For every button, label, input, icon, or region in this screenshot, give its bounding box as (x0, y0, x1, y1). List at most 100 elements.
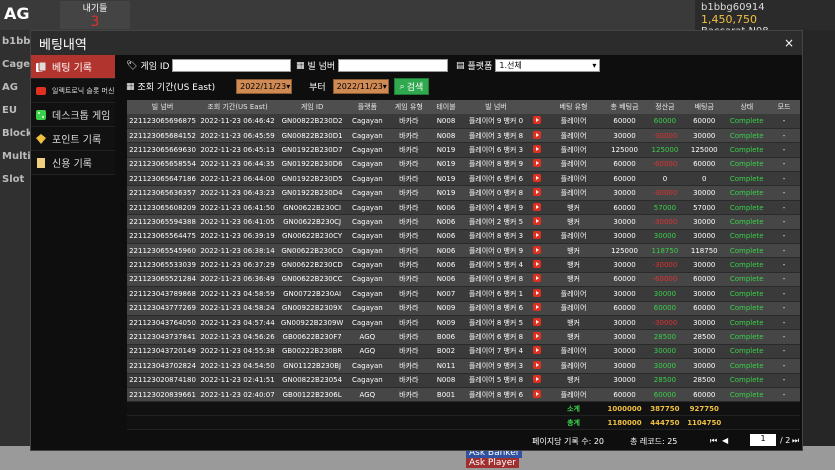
play-icon[interactable] (533, 303, 542, 312)
table-row[interactable]: 221123065647186 2022-11-23 06:44:00 GN0192… (127, 171, 800, 187)
play-icon[interactable] (533, 216, 542, 225)
play-icon[interactable] (533, 375, 542, 384)
table-cell: Complete (725, 315, 769, 331)
first-page-icon[interactable]: ⏮ (710, 436, 717, 446)
end-date-select[interactable]: 2022/11/23 ▾ (332, 79, 389, 94)
replay-cell[interactable] (529, 301, 545, 316)
play-icon[interactable] (533, 288, 542, 297)
table-cell: 바카라 (387, 229, 431, 245)
table-row[interactable]: 221123065669630 2022-11-23 06:45:13 GN0192… (127, 142, 800, 158)
search-button[interactable]: ⌕ 검색 (393, 78, 430, 95)
table-row[interactable]: 221123020874180 2022-11-23 02:41:51 GN0082… (127, 373, 800, 388)
replay-cell[interactable] (529, 157, 545, 173)
play-icon[interactable] (533, 188, 542, 197)
replay-cell[interactable] (529, 315, 545, 331)
play-icon[interactable] (533, 159, 542, 168)
play-icon[interactable] (533, 202, 542, 211)
replay-cell[interactable] (529, 344, 545, 360)
sidebar-item-desktop-game[interactable]: 데스크톱 게임 (31, 103, 115, 127)
table-row[interactable]: 221123065564475 2022-11-23 06:39:19 GN0062… (127, 229, 800, 245)
sidebar-item-point-record[interactable]: 포인트 기록 (31, 127, 115, 151)
replay-cell[interactable] (529, 358, 545, 374)
table-cell: 60000 (682, 272, 726, 288)
replay-cell[interactable] (529, 257, 545, 273)
play-icon[interactable] (533, 260, 542, 269)
play-icon[interactable] (533, 231, 542, 240)
replay-cell[interactable] (529, 171, 545, 187)
subtotal-valid: 927750 (682, 401, 726, 417)
replay-cell[interactable] (529, 329, 545, 345)
table-cell: 2022-11-23 06:45:13 (198, 142, 278, 158)
table-cell: 60000 (682, 387, 726, 403)
col-header: 총 베팅금 (602, 100, 647, 114)
table-row[interactable]: 221123065608209 2022-11-23 06:41:50 GN0062… (127, 200, 800, 216)
page-input[interactable]: 1 (750, 434, 776, 446)
table-row[interactable]: 221123065636357 2022-11-23 06:43:23 GN0192… (127, 185, 800, 201)
replay-cell[interactable] (529, 272, 545, 288)
replay-cell[interactable] (529, 243, 545, 259)
play-icon[interactable] (533, 130, 542, 139)
table-cell: - (768, 200, 800, 216)
last-page-icon[interactable]: ⏭ (792, 436, 799, 446)
close-button[interactable]: × (784, 36, 794, 50)
play-icon[interactable] (533, 115, 542, 124)
platform-select[interactable]: 1.선체 ▾ (495, 59, 601, 72)
replay-cell[interactable] (529, 387, 545, 403)
table-cell: GN00822B23054 (277, 373, 348, 388)
play-icon[interactable] (533, 144, 542, 153)
table-cell: 60000 (602, 114, 647, 129)
total-label: 총계 (544, 415, 603, 431)
sidebar-item-slot-machine[interactable]: 일렉트로닉 슬롯 머신 (31, 79, 115, 103)
replay-cell[interactable] (529, 286, 545, 302)
table-row[interactable]: 221123065594388 2022-11-23 06:41:05 GN0062… (127, 214, 800, 230)
table-row[interactable]: 221123043789868 2022-11-23 04:58:59 GN0072… (127, 286, 800, 302)
prev-page-icon[interactable]: ◀ (722, 436, 728, 445)
play-icon[interactable] (533, 346, 542, 355)
table-cell: 바카라 (387, 286, 431, 302)
replay-cell[interactable] (529, 200, 545, 216)
table-row[interactable]: 221123043777269 2022-11-23 04:58:24 GN0092… (127, 301, 800, 316)
replay-cell[interactable] (529, 229, 545, 245)
table-row[interactable]: 221123043702824 2022-11-23 04:54:50 GN0112… (127, 358, 800, 374)
table-cell: - (768, 315, 800, 331)
play-icon[interactable] (533, 317, 542, 326)
table-cell: Cagayan (347, 243, 388, 259)
table-row[interactable]: 221123065658554 2022-11-23 06:44:35 GN0192… (127, 157, 800, 173)
replay-cell[interactable] (529, 114, 545, 129)
play-icon[interactable] (533, 360, 542, 369)
play-icon[interactable] (533, 274, 542, 283)
table-cell: 60000 (602, 272, 647, 288)
table-row[interactable]: 221123065545960 2022-11-23 06:38:14 GN0062… (127, 243, 800, 259)
table-row[interactable]: 221123065696875 2022-11-23 06:46:42 GN0082… (127, 114, 800, 129)
replay-cell[interactable] (529, 373, 545, 388)
table-row[interactable]: 221123043720149 2022-11-23 04:55:38 GB0022… (127, 344, 800, 360)
table-cell: 30000 (602, 315, 647, 331)
bill-no-input[interactable] (338, 59, 449, 72)
table-row[interactable]: 221123020839661 2022-11-23 02:40:07 GB0012… (127, 387, 800, 403)
table-cell: 125000 (602, 142, 647, 158)
sidebar-item-betting-record[interactable]: 베팅 기록 (31, 55, 115, 79)
replay-cell[interactable] (529, 185, 545, 201)
play-icon[interactable] (533, 332, 542, 341)
table-row[interactable]: 221123065684152 2022-11-23 06:45:59 GN0082… (127, 128, 800, 144)
play-icon[interactable] (533, 245, 542, 254)
table-cell: 2022-11-23 04:55:38 (198, 344, 278, 360)
table-row[interactable]: 221123065521284 2022-11-23 06:36:49 GN0062… (127, 272, 800, 288)
play-icon[interactable] (533, 173, 542, 182)
table-row[interactable]: 221123065533039 2022-11-23 06:37:29 GN0062… (127, 257, 800, 273)
play-icon[interactable] (533, 389, 542, 398)
replay-cell[interactable] (529, 214, 545, 230)
table-cell: 바카라 (387, 344, 431, 360)
table-cell: Complete (725, 286, 769, 302)
game-id-input[interactable] (172, 59, 292, 72)
table-cell: 2022-11-23 06:38:14 (198, 243, 278, 259)
replay-cell[interactable] (529, 142, 545, 158)
table-cell: 바카라 (387, 272, 431, 288)
sidebar-item-credit-record[interactable]: 신용 기록 (31, 151, 115, 175)
subtotal-settle: 387750 (646, 401, 683, 417)
replay-cell[interactable] (529, 128, 545, 144)
table-row[interactable]: 221123043764050 2022-11-23 04:57:44 GN0092… (127, 315, 800, 331)
table-row[interactable]: 221123043737841 2022-11-23 04:56:26 GB0062… (127, 329, 800, 345)
start-date-select[interactable]: 2022/11/23 ▾ (236, 79, 293, 94)
table-cell: Cagayan (347, 272, 388, 288)
